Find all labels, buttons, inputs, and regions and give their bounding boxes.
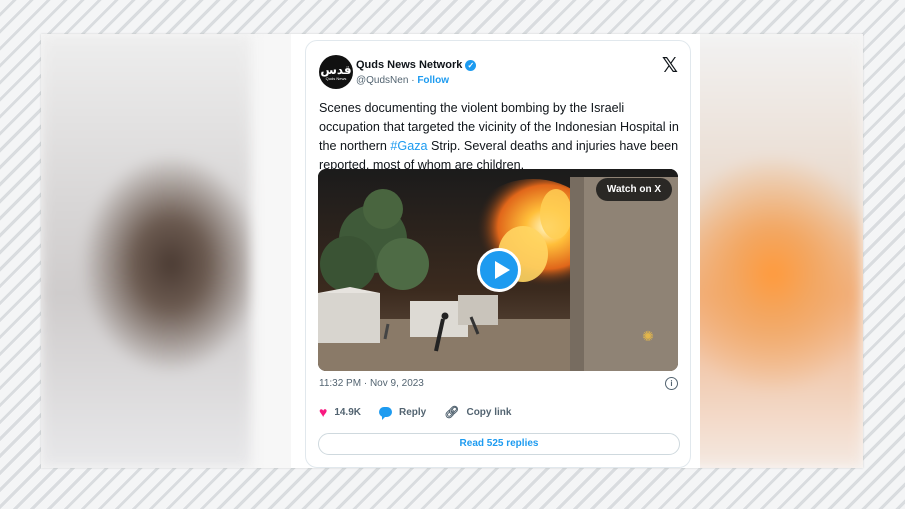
copy-link-button[interactable]: 🔗︎ Copy link [444, 405, 511, 419]
reply-label: Reply [399, 406, 427, 418]
tweet-card[interactable]: قدس Quds News Quds News Network ✓ @QudsN… [305, 40, 691, 468]
svg-text:✺: ✺ [642, 329, 654, 345]
blurred-background-left [41, 34, 251, 468]
info-icon[interactable]: i [665, 377, 678, 390]
tweet-timestamp[interactable]: 11:32 PM · Nov 9, 2023 [319, 378, 424, 389]
verified-badge-icon: ✓ [465, 59, 477, 71]
tweet-embed: قدس Quds News Quds News Network ✓ @QudsN… [291, 34, 700, 468]
action-bar: ♥ 14.9K Reply 🔗︎ Copy link [319, 404, 511, 420]
embed-frame: قدس Quds News Quds News Network ✓ @QudsN… [41, 34, 863, 468]
author-name-row[interactable]: Quds News Network ✓ [356, 59, 477, 71]
avatar-text: قدس [320, 62, 352, 77]
play-icon[interactable] [477, 248, 521, 292]
reply-button[interactable]: Reply [379, 406, 427, 420]
avatar[interactable]: قدس Quds News [319, 55, 353, 89]
hashtag-link[interactable]: #Gaza [390, 139, 427, 153]
separator: · [411, 75, 415, 86]
x-logo-icon[interactable]: 𝕏 [662, 53, 678, 77]
tweet-text: Scenes documenting the violent bombing b… [319, 99, 681, 175]
follow-button[interactable]: Follow [417, 75, 449, 86]
video-thumbnail[interactable]: ✺ Watch on X [318, 169, 678, 371]
watch-on-x-button[interactable]: Watch on X [595, 178, 672, 201]
heart-icon: ♥ [319, 404, 328, 420]
copy-link-label: Copy link [466, 406, 512, 418]
author-handle[interactable]: @QudsNen [356, 75, 408, 86]
like-count: 14.9K [334, 406, 361, 418]
avatar-subtext: Quds News [325, 75, 347, 81]
like-button[interactable]: ♥ 14.9K [319, 404, 361, 420]
handle-row: @QudsNen · Follow [356, 75, 449, 86]
author-name[interactable]: Quds News Network [356, 59, 462, 71]
link-icon: 🔗︎ [444, 405, 460, 419]
reply-bubble-icon [379, 407, 392, 420]
read-replies-button[interactable]: Read 525 replies [318, 433, 680, 455]
